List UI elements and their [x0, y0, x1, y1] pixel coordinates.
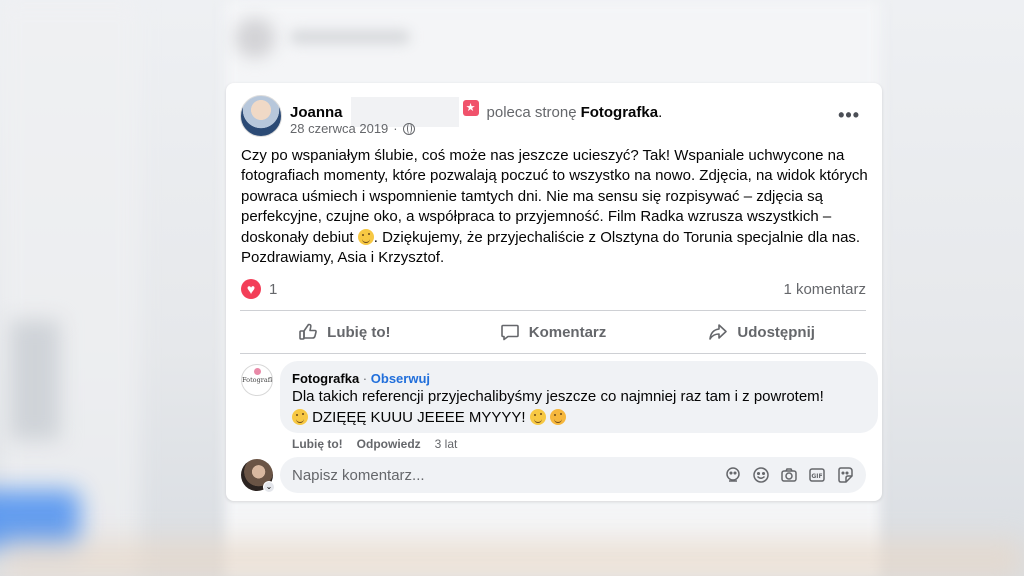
kiss-emoji-icon	[549, 409, 566, 425]
blurred-bottom-strip	[0, 540, 1024, 576]
share-arrow-icon	[709, 324, 728, 340]
post-text: Czy po wspaniałym ślubie, coś może nas j…	[241, 146, 869, 268]
comment-button-label: Komentarz	[528, 323, 607, 341]
comment-age[interactable]: 3 lat	[435, 437, 458, 451]
divider-top	[240, 310, 866, 311]
sticker-icon[interactable]	[836, 466, 854, 484]
post-header: Joanna ★ poleca stronę Fotografka . 28 c…	[240, 95, 868, 139]
speech-bubble-icon	[500, 324, 519, 341]
action-bar: Lubię to! Komentarz Udostępnij	[240, 313, 866, 351]
follow-link[interactable]: Obserwuj	[371, 371, 430, 386]
recommend-verb: poleca stronę	[486, 103, 577, 121]
heart-reaction-icon	[241, 279, 261, 299]
chevron-down-icon[interactable]: ⌄	[263, 481, 275, 493]
comment-line-2-text: DZIĘĘĘ KUUU JEEEE MYYYY!	[312, 409, 526, 426]
wink-emoji-icon	[292, 409, 308, 425]
flower-logo-icon	[254, 368, 261, 375]
blurred-avatar	[235, 18, 275, 58]
comment-author-separator: ·	[362, 371, 368, 386]
author-avatar[interactable]	[240, 95, 282, 137]
post-meta: 28 czerwca 2019 ·	[290, 121, 415, 136]
post-card: Joanna ★ poleca stronę Fotografka . 28 c…	[226, 83, 882, 501]
like-button[interactable]: Lubię to!	[240, 313, 449, 351]
more-options-button[interactable]: •••	[838, 105, 860, 126]
comment-reply-link[interactable]: Odpowiedz	[357, 437, 421, 451]
recommend-icon: ★	[462, 100, 479, 116]
meta-separator: ·	[393, 121, 398, 136]
comment-line-2: DZIĘĘĘ KUUU JEEEE MYYYY!	[292, 408, 866, 428]
comment-line-1: Dla takich referencji przyjechalibyśmy j…	[292, 388, 824, 405]
comment-composer: ⌄ Napisz komentarz... GIF	[240, 457, 870, 493]
page-avatar-logo-text: Fotografka	[242, 376, 272, 384]
avatar-sticker-icon[interactable]	[724, 466, 742, 484]
gif-icon[interactable]: GIF	[808, 466, 826, 484]
comment-like-link[interactable]: Lubię to!	[292, 437, 343, 451]
blurred-text	[290, 30, 410, 44]
user-avatar[interactable]: ⌄	[241, 459, 275, 493]
emoji-icon[interactable]	[752, 466, 770, 484]
comment-author-line: Fotografka · Obserwuj	[292, 371, 866, 386]
divider-bottom	[240, 353, 866, 354]
post-date[interactable]: 28 czerwca 2019	[290, 121, 388, 136]
share-button[interactable]: Udostępnij	[657, 313, 866, 351]
like-button-label: Lubię to!	[327, 323, 391, 341]
comment-input-placeholder: Napisz komentarz...	[292, 466, 425, 484]
recommended-page-link[interactable]: Fotografka	[581, 104, 659, 121]
author-name[interactable]: Joanna	[290, 104, 343, 121]
comment-count-link[interactable]: 1 komentarz	[783, 281, 866, 298]
composer-tools: GIF	[724, 466, 854, 484]
thumbs-up-icon	[299, 323, 318, 340]
camera-icon[interactable]	[780, 466, 798, 484]
comment-input[interactable]: Napisz komentarz... GIF	[280, 457, 866, 493]
reaction-count: 1	[269, 280, 278, 298]
svg-text:GIF: GIF	[811, 473, 822, 480]
blurred-sidebar	[10, 320, 60, 440]
globe-icon[interactable]	[402, 122, 415, 135]
comment-button[interactable]: Komentarz	[449, 313, 658, 351]
page-avatar[interactable]: Fotografka	[241, 364, 273, 396]
comment-author[interactable]: Fotografka	[292, 371, 359, 386]
grin-emoji-icon	[529, 409, 546, 425]
comment-bubble: Fotografka · Obserwuj Dla takich referen…	[280, 361, 878, 433]
comment-meta: Lubię to! Odpowiedz 3 lat	[292, 437, 457, 451]
header-period: .	[658, 103, 663, 121]
wink-emoji-icon	[357, 228, 374, 245]
share-button-label: Udostępnij	[737, 323, 815, 341]
reaction-summary[interactable]: 1	[241, 279, 277, 299]
